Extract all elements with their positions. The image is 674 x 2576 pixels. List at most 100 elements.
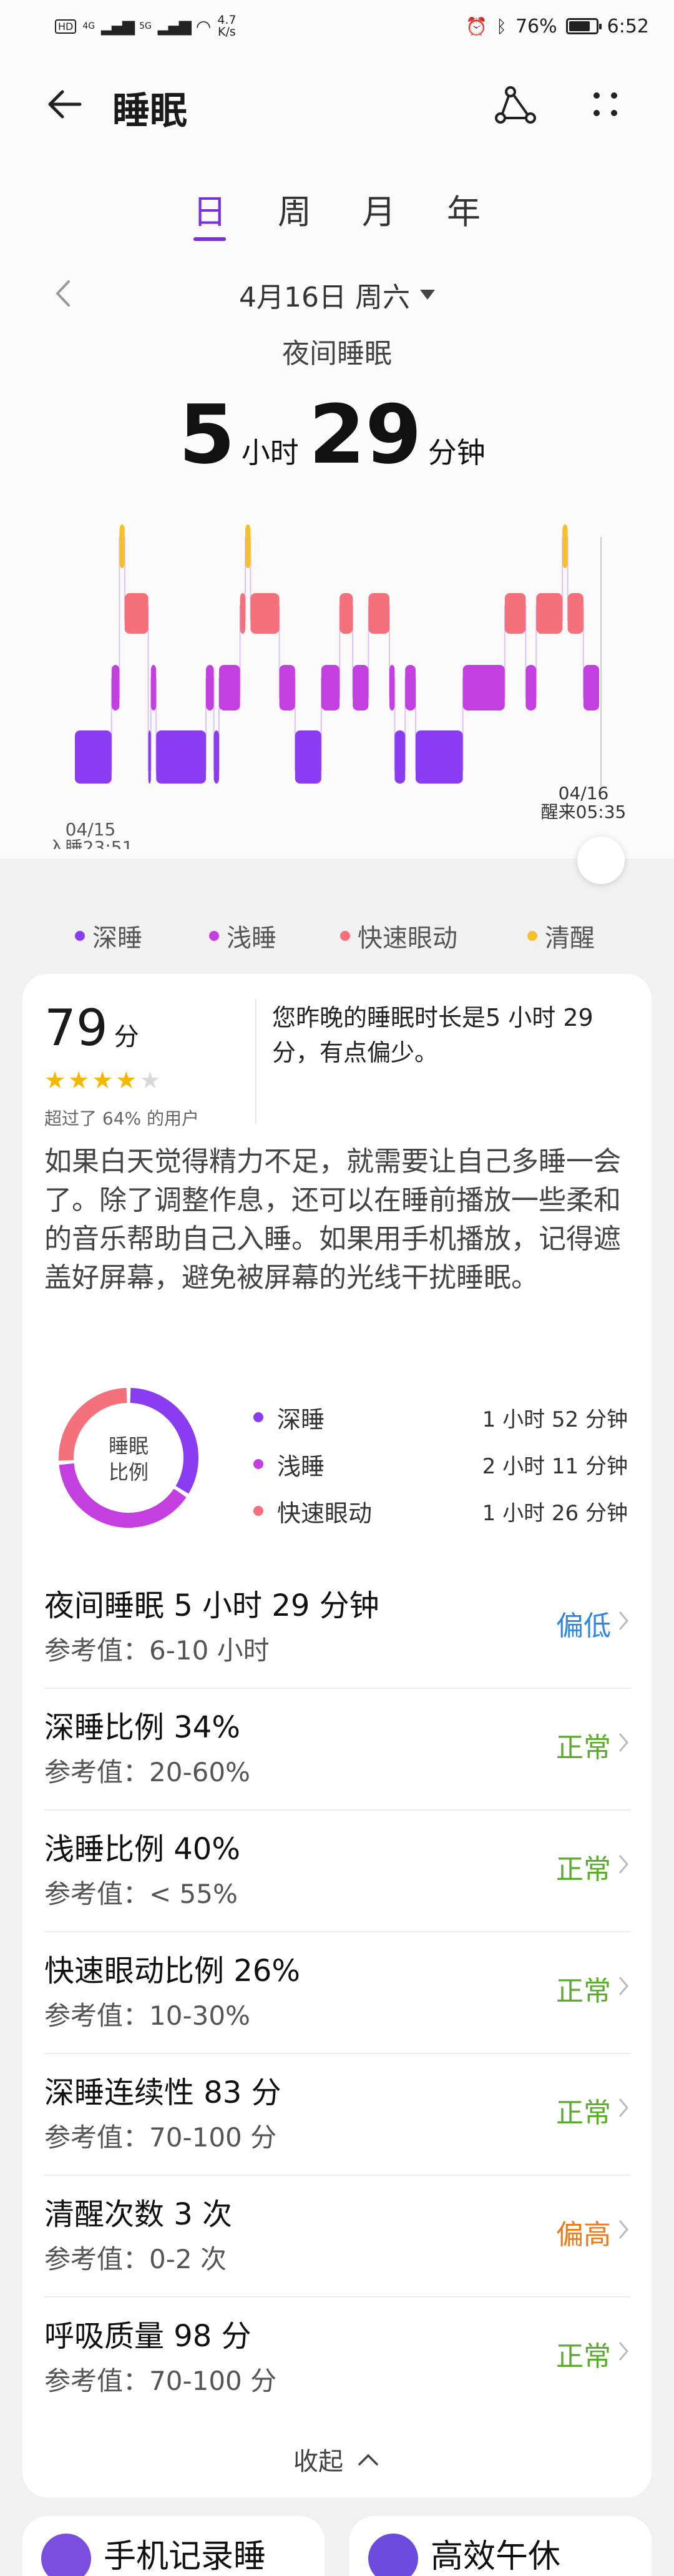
stage-segment bbox=[321, 665, 340, 710]
hd-badge: HD bbox=[55, 19, 77, 34]
metric-title: 深睡连续性 83 分 bbox=[44, 2075, 281, 2110]
stage-segment bbox=[583, 665, 599, 710]
stage-segment bbox=[148, 730, 151, 784]
hourglass-icon bbox=[368, 2534, 418, 2576]
legend-dot bbox=[340, 931, 350, 941]
ratio-row-light: 浅睡 2 小时 11 分钟 bbox=[253, 1445, 628, 1483]
tab-year[interactable]: 年 bbox=[432, 184, 495, 234]
card-label: 手机记录睡 bbox=[104, 2538, 266, 2575]
stage-segment bbox=[536, 593, 563, 634]
more-icon[interactable] bbox=[587, 84, 624, 124]
ratio-dot bbox=[253, 1412, 263, 1422]
stage-segment bbox=[111, 665, 120, 710]
metric-reference: 参考值：6-10 小时 bbox=[44, 1635, 270, 1666]
battery-icon bbox=[565, 18, 602, 34]
metric-reference: 参考值：70-100 分 bbox=[44, 2122, 277, 2153]
stage-segment bbox=[368, 593, 389, 634]
star-icon: ★ bbox=[115, 1066, 140, 1094]
stage-segment bbox=[213, 730, 219, 784]
tab-month[interactable]: 月 bbox=[348, 184, 410, 234]
page-title: 睡眠 bbox=[112, 89, 187, 133]
metric-title: 清醒次数 3 次 bbox=[44, 2197, 233, 2232]
chevron-right-icon bbox=[618, 1855, 628, 1874]
wifi-icon: ◠ bbox=[195, 16, 212, 37]
tab-day[interactable]: 日 bbox=[178, 184, 241, 234]
collapse-label: 收起 bbox=[293, 2447, 343, 2476]
stage-segment bbox=[339, 593, 353, 634]
stage-segment bbox=[562, 524, 568, 568]
ratio-name: 快速眼动 bbox=[277, 1499, 373, 1527]
alarm-icon: ⏰ bbox=[466, 16, 488, 37]
sleep-advice: 如果白天觉得精力不足，就需要让自己多睡一会了。除了调整作息，还可以在睡前播放一些… bbox=[44, 1146, 621, 1294]
legend-label: 深睡 bbox=[92, 924, 142, 953]
status-right: ⏰ ᛒ 76% 6:52 bbox=[466, 16, 649, 37]
stage-segment bbox=[525, 665, 537, 710]
back-arrow-icon[interactable] bbox=[44, 84, 84, 124]
stage-segment bbox=[124, 593, 149, 634]
collapse-button[interactable]: 收起 bbox=[22, 2441, 652, 2477]
sleep-stage-chart[interactable]: 04/15 入睡23:51 04/16 醒来05:35 bbox=[0, 499, 674, 849]
stage-segment bbox=[150, 665, 157, 710]
stage-segment bbox=[279, 665, 295, 710]
metric-awake-count[interactable]: 清醒次数 3 次 参考值：0-2 次 偏高 bbox=[44, 2176, 631, 2298]
chevron-right-icon bbox=[618, 2098, 628, 2117]
metric-title: 浅睡比例 40% bbox=[44, 1832, 240, 1867]
chart-scrub-handle[interactable] bbox=[577, 837, 625, 884]
stage-segment bbox=[405, 665, 416, 710]
metric-deep-ratio[interactable]: 深睡比例 34% 参考值：20-60% 正常 bbox=[44, 1689, 631, 1811]
metric-status: 正常 bbox=[556, 2341, 611, 2372]
stage-segment bbox=[219, 665, 240, 710]
metric-title: 呼吸质量 98 分 bbox=[44, 2319, 252, 2354]
caret-down-icon bbox=[419, 290, 435, 300]
date-selector[interactable]: 4月16日 周六 bbox=[212, 275, 462, 315]
legend-label: 浅睡 bbox=[227, 924, 276, 953]
app-header: 睡眠 bbox=[0, 66, 674, 140]
star-icon: ★ bbox=[68, 1066, 92, 1094]
metric-deep-continuity[interactable]: 深睡连续性 83 分 参考值：70-100 分 正常 bbox=[44, 2054, 631, 2176]
star-rating: ★★★★★ bbox=[44, 1066, 163, 1094]
share-icon[interactable] bbox=[493, 83, 538, 128]
metric-reference: 参考值：70-100 分 bbox=[44, 2366, 277, 2396]
active-tab-indicator bbox=[193, 237, 226, 241]
stage-segment bbox=[206, 665, 214, 710]
start-time-label: 入睡23:51 bbox=[48, 837, 134, 849]
battery-fill bbox=[569, 21, 590, 31]
metric-title: 深睡比例 34% bbox=[44, 1710, 240, 1745]
stage-segment bbox=[462, 665, 505, 710]
stage-segment bbox=[394, 730, 406, 784]
battery-percent: 76% bbox=[515, 15, 557, 37]
metric-rem-ratio[interactable]: 快速眼动比例 26% 参考值：10-30% 正常 bbox=[44, 1932, 631, 2054]
legend-deep: 深睡 bbox=[75, 918, 142, 954]
metric-breathing-quality[interactable]: 呼吸质量 98 分 参考值：70-100 分 正常 bbox=[44, 2298, 631, 2419]
phone-sleep-record-card[interactable]: 手机记录睡 bbox=[22, 2516, 325, 2576]
metric-night-sleep[interactable]: 夜间睡眠 5 小时 29 分钟 参考值：6-10 小时 偏低 bbox=[44, 1567, 631, 1689]
metric-light-ratio[interactable]: 浅睡比例 40% 参考值：< 55% 正常 bbox=[44, 1811, 631, 1932]
metric-reference: 参考值：10-30% bbox=[44, 2000, 250, 2031]
duration-hours: 5 bbox=[178, 387, 235, 482]
metric-reference: 参考值：20-60% bbox=[44, 1757, 250, 1787]
metric-status: 偏高 bbox=[556, 2219, 611, 2251]
ratio-value: 1 小时 52 分钟 bbox=[482, 1407, 628, 1432]
signal-2-label: 5G bbox=[139, 21, 152, 31]
score-unit: 分 bbox=[114, 1023, 139, 1051]
legend-light: 浅睡 bbox=[209, 918, 276, 954]
stage-segment bbox=[119, 524, 125, 568]
legend-label: 快速眼动 bbox=[358, 924, 457, 953]
metric-reference: 参考值：0-2 次 bbox=[44, 2244, 227, 2274]
stage-segment bbox=[353, 665, 369, 710]
tab-week[interactable]: 周 bbox=[263, 184, 326, 234]
donut-center-line1: 睡眠 bbox=[108, 1434, 149, 1458]
metric-status: 正常 bbox=[556, 1854, 611, 1885]
stage-segment bbox=[389, 665, 395, 710]
donut-center-label: 睡眠 比例 bbox=[54, 1433, 203, 1485]
card-label: 高效午休 bbox=[431, 2538, 561, 2575]
chevron-right-icon bbox=[618, 1733, 628, 1752]
efficient-nap-card[interactable]: 高效午休 bbox=[349, 2516, 652, 2576]
status-bar: HD 4G ▂▄▆ 5G ▂▄▆ ◠ 4.7 K/s ⏰ ᛒ 76% 6:52 bbox=[0, 0, 674, 52]
chevron-left-icon[interactable] bbox=[51, 278, 74, 309]
duration-minutes: 29 bbox=[308, 387, 422, 482]
metric-status: 正常 bbox=[556, 2097, 611, 2129]
stage-segment bbox=[295, 730, 321, 784]
signal-1-label: 4G bbox=[82, 21, 95, 31]
chart-subtitle: 夜间睡眠 bbox=[282, 338, 392, 370]
